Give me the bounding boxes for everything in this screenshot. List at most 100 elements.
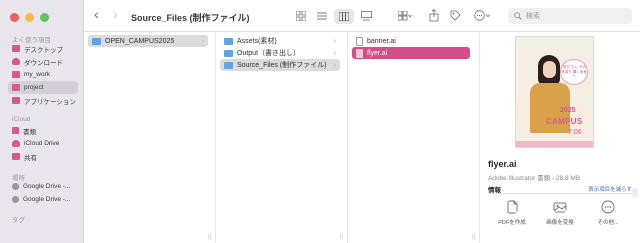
group-by-icon[interactable] [398, 11, 412, 21]
sidebar-item-label: Google Drive -... [23, 183, 71, 190]
show-less-link[interactable]: 表示項目を減らす [588, 185, 632, 193]
sidebar-item-label: project [24, 84, 44, 91]
chevron-right-icon: › [201, 37, 204, 45]
sidebar-item-documents[interactable]: 書類 [8, 124, 78, 137]
sidebar-item-google-drive-2[interactable]: Google Drive -... [8, 193, 78, 206]
more-icon [601, 200, 615, 214]
window-title: Source_Files (制作ファイル) [131, 13, 250, 23]
sidebar-item-label: ダウンロード [24, 59, 63, 67]
sidebar-item-my-work[interactable]: my_work [8, 68, 78, 81]
sidebar-item-desktop[interactable]: デスクトップ [8, 42, 78, 55]
folder-icon [224, 49, 233, 57]
sidebar-item-label: 共有 [24, 154, 37, 162]
back-button[interactable]: ‹ [94, 7, 99, 21]
chevron-right-icon: › [333, 61, 336, 69]
icloud-section-label: iCloud [12, 116, 31, 123]
cloud-icon [12, 140, 20, 147]
list-item-flyer[interactable]: flyer.ai [352, 47, 470, 59]
more-actions-button[interactable]: その他... [586, 200, 630, 226]
poster-date: 7.06 [568, 129, 582, 136]
forward-button[interactable]: › [113, 7, 118, 21]
close-button[interactable] [10, 13, 19, 22]
column-resize-handle[interactable]: || [208, 234, 211, 240]
file-thumbnail: "学び"たい その気持ち 輝く未来へ 2025 CAMPUS 7.06 [515, 36, 594, 148]
sidebar-item-project[interactable]: project [8, 81, 78, 94]
zoom-button[interactable] [40, 13, 49, 22]
document-icon [12, 127, 19, 134]
finder-window: よく使う項目 デスクトップ ダウンロード my_work project アプリ… [0, 0, 640, 243]
item-label: OPEN_CAMPUS2025 [105, 37, 175, 45]
item-label: Assets(素材) [237, 38, 277, 45]
poster-speech-bubble: "学び"たい その気持ち 輝く未来へ [560, 59, 588, 85]
column-1: OPEN_CAMPUS2025 › || [84, 32, 216, 243]
create-pdf-button[interactable]: PDFを作成 [490, 200, 534, 226]
column-resize-handle[interactable]: || [340, 234, 343, 240]
column-view-button[interactable] [334, 9, 354, 24]
column-2: Assets(素材) › Output（書き出し） › Source_Files… [216, 32, 348, 243]
search-placeholder: 検索 [526, 13, 540, 20]
action-label: PDFを作成 [498, 220, 526, 226]
sidebar-item-label: Google Drive -... [23, 196, 71, 203]
tag-icon[interactable] [450, 10, 461, 21]
chevron-right-icon: › [333, 37, 336, 45]
list-item-open-campus[interactable]: OPEN_CAMPUS2025 › [88, 35, 208, 47]
desktop-folder-icon [12, 45, 20, 52]
list-item-source-files[interactable]: Source_Files (制作ファイル) › [220, 59, 340, 71]
search-icon [514, 12, 522, 20]
sidebar-item-label: iCloud Drive [24, 140, 60, 147]
preview-file-name: flyer.ai [488, 159, 517, 169]
column-resize-handle[interactable]: || [472, 234, 475, 240]
sidebar-item-google-drive-1[interactable]: Google Drive -... [8, 180, 78, 193]
drive-icon [12, 183, 19, 190]
poster-year: 2025 [560, 107, 576, 114]
item-label: Source_Files (制作ファイル) [237, 62, 327, 69]
item-label: banner.ai [367, 37, 396, 45]
image-convert-icon [553, 202, 567, 213]
action-label: その他... [597, 220, 619, 226]
list-item-output[interactable]: Output（書き出し） › [220, 47, 340, 59]
tags-section-label: タグ [12, 217, 25, 224]
sidebar-item-label: アプリケーション [24, 98, 76, 106]
poster-campus-text: CAMPUS [546, 117, 583, 126]
item-label: Output（書き出し） [237, 50, 301, 57]
preview-file-meta: Adobe Illustrator 書類 - 28.8 MB [488, 175, 581, 182]
sidebar-item-downloads[interactable]: ダウンロード [8, 55, 78, 68]
column-view-icon [339, 12, 349, 21]
toolbar: ‹ › Source_Files (制作ファイル) 検索 [84, 0, 640, 32]
download-icon [12, 58, 20, 65]
shared-folder-icon [12, 153, 20, 160]
poster-figure-face [543, 61, 556, 78]
sidebar-item-shared[interactable]: 共有 [8, 150, 78, 163]
scrollbar[interactable] [632, 188, 638, 198]
folder-icon [92, 37, 101, 45]
divider [488, 193, 632, 194]
list-item-banner[interactable]: banner.ai [352, 35, 470, 47]
sidebar-item-label: my_work [24, 71, 51, 78]
item-label: flyer.ai [367, 49, 388, 57]
window-controls [10, 13, 49, 22]
convert-image-button[interactable]: 画像を変換 [538, 200, 582, 226]
search-field[interactable]: 検索 [508, 8, 632, 24]
folder-icon [12, 71, 20, 78]
column-3: banner.ai flyer.ai || [348, 32, 480, 243]
sidebar-item-applications[interactable]: アプリケーション [8, 94, 78, 107]
preview-pane: "学び"たい その気持ち 輝く未来へ 2025 CAMPUS 7.06 flye… [480, 32, 640, 243]
illustrator-file-icon [356, 48, 363, 58]
list-item-assets[interactable]: Assets(素材) › [220, 35, 340, 47]
minimize-button[interactable] [25, 13, 34, 22]
pdf-icon [507, 200, 518, 214]
applications-icon [12, 97, 20, 104]
gallery-view-icon[interactable] [361, 11, 372, 21]
list-view-icon[interactable] [317, 11, 327, 21]
sidebar-item-label: 書類 [23, 128, 36, 136]
action-label: 画像を変換 [546, 220, 574, 226]
folder-icon [224, 37, 233, 45]
icon-view-icon[interactable] [296, 11, 306, 21]
folder-icon [12, 84, 20, 91]
illustrator-file-icon [356, 36, 363, 46]
share-icon[interactable] [429, 9, 439, 22]
sidebar: よく使う項目 デスクトップ ダウンロード my_work project アプリ… [0, 0, 84, 243]
more-actions-icon[interactable] [474, 10, 491, 21]
chevron-right-icon: › [333, 49, 336, 57]
sidebar-item-icloud-drive[interactable]: iCloud Drive [8, 137, 78, 150]
